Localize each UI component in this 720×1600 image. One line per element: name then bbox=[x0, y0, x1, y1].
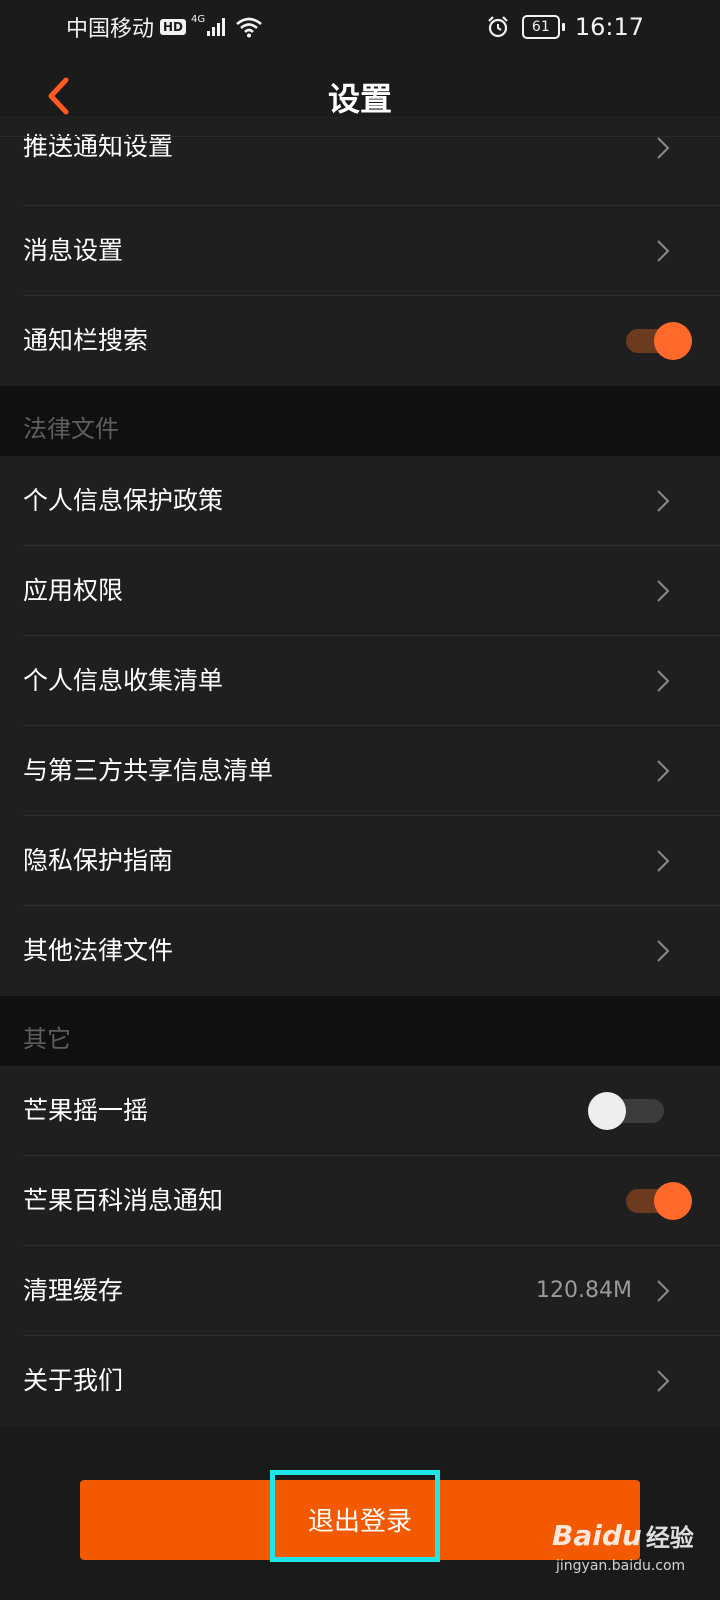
row-mango-wiki-notify: 芒果百科消息通知 bbox=[0, 1156, 720, 1246]
section-header-legal: 法律文件 bbox=[0, 386, 720, 456]
row-label: 消息设置 bbox=[23, 236, 124, 265]
chevron-right-icon bbox=[657, 850, 670, 872]
watermark-logo-text: Baidu bbox=[552, 1519, 642, 1552]
status-right: 61 16:17 bbox=[486, 12, 644, 42]
row-mango-shake: 芒果摇一摇 bbox=[0, 1066, 720, 1156]
row-label: 推送通知设置 bbox=[23, 132, 174, 161]
row-privacy-guide[interactable]: 隐私保护指南 bbox=[0, 816, 720, 906]
hd-badge: HD bbox=[160, 19, 187, 35]
row-notification-bar-search: 通知栏搜索 bbox=[0, 296, 720, 386]
row-about-us[interactable]: 关于我们 bbox=[0, 1336, 720, 1426]
chevron-right-icon bbox=[657, 940, 670, 962]
row-label: 应用权限 bbox=[23, 576, 124, 605]
row-push-notification-settings[interactable]: 推送通知设置 bbox=[0, 116, 720, 206]
watermark-url: jingyan.baidu.com bbox=[556, 1558, 686, 1574]
row-label: 清理缓存 bbox=[23, 1276, 124, 1305]
section-header-other: 其它 bbox=[0, 996, 720, 1066]
signal-icon bbox=[207, 18, 226, 36]
chevron-right-icon bbox=[657, 760, 670, 782]
chevron-right-icon bbox=[657, 490, 670, 512]
watermark-logo: Baidu 经验 bbox=[552, 1518, 694, 1553]
row-label: 个人信息收集清单 bbox=[23, 666, 224, 695]
row-label: 与第三方共享信息清单 bbox=[23, 756, 274, 785]
watermark-logo-cn: 经验 bbox=[645, 1524, 694, 1552]
baidu-jingyan-watermark: Baidu 经验 jingyan.baidu.com bbox=[552, 1518, 712, 1588]
notification-bar-search-toggle[interactable] bbox=[626, 322, 692, 360]
row-privacy-policy[interactable]: 个人信息保护政策 bbox=[0, 456, 720, 546]
status-bar: 中国移动 HD 4G 61 16:17 bbox=[0, 0, 720, 56]
status-left: 中国移动 HD 4G bbox=[66, 12, 263, 42]
chevron-right-icon bbox=[657, 580, 670, 602]
alarm-icon bbox=[488, 16, 508, 38]
cache-size: 120.84M bbox=[536, 1278, 632, 1303]
row-label: 通知栏搜索 bbox=[23, 326, 149, 355]
chevron-right-icon bbox=[657, 1280, 670, 1302]
row-app-permissions[interactable]: 应用权限 bbox=[0, 546, 720, 636]
row-clear-cache[interactable]: 清理缓存 120.84M bbox=[0, 1246, 720, 1336]
row-other-legal-docs[interactable]: 其他法律文件 bbox=[0, 906, 720, 996]
network-type: 4G bbox=[191, 13, 206, 25]
row-third-party-sharing-list[interactable]: 与第三方共享信息清单 bbox=[0, 726, 720, 816]
row-label: 关于我们 bbox=[23, 1366, 124, 1395]
carrier-name: 中国移动 bbox=[66, 17, 155, 42]
mango-wiki-notify-toggle[interactable] bbox=[626, 1182, 692, 1220]
row-message-settings[interactable]: 消息设置 bbox=[0, 206, 720, 296]
row-info-collection-list[interactable]: 个人信息收集清单 bbox=[0, 636, 720, 726]
row-label: 芒果百科消息通知 bbox=[23, 1186, 224, 1215]
row-label: 个人信息保护政策 bbox=[23, 486, 224, 515]
clock: 16:17 bbox=[574, 13, 644, 41]
row-label: 芒果摇一摇 bbox=[23, 1096, 149, 1125]
mango-shake-toggle[interactable] bbox=[588, 1092, 664, 1130]
battery-level: 61 bbox=[521, 15, 560, 39]
battery-icon: 61 bbox=[521, 15, 565, 39]
chevron-right-icon bbox=[657, 1370, 670, 1392]
row-label: 隐私保护指南 bbox=[23, 846, 174, 875]
chevron-right-icon bbox=[657, 137, 670, 159]
row-label: 其他法律文件 bbox=[23, 936, 174, 965]
chevron-right-icon bbox=[657, 240, 670, 262]
highlight-box bbox=[270, 1470, 440, 1562]
chevron-right-icon bbox=[657, 670, 670, 692]
wifi-icon bbox=[236, 17, 262, 38]
